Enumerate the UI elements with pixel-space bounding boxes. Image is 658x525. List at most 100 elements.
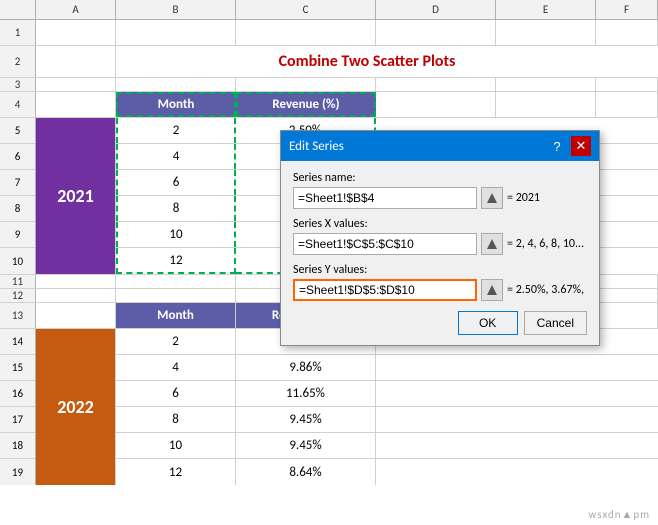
dialog-titlebar-buttons: ? ✕ xyxy=(547,136,591,156)
cell-4b xyxy=(36,92,116,117)
series-x-result: = 2, 4, 6, 8, 10... xyxy=(507,237,587,251)
revenue-2022-4[interactable]: 9.45% xyxy=(236,433,376,458)
cell-3f xyxy=(496,78,596,91)
series-name-row: = 2021 xyxy=(293,187,587,209)
month-2021-0[interactable]: 2 xyxy=(116,118,236,143)
data-row-2022-3: 8 9.45% xyxy=(116,407,658,433)
row-nums-2022: 14 15 16 17 18 19 xyxy=(0,329,36,485)
row-num-15: 15 xyxy=(0,355,35,381)
cell-3b xyxy=(36,78,116,91)
revenue-2022-1[interactable]: 9.86% xyxy=(236,355,376,380)
month-2021-2[interactable]: 6 xyxy=(116,170,236,195)
row-num-14: 14 xyxy=(0,329,35,355)
cell-3e xyxy=(376,78,496,91)
row-num-3: 3 xyxy=(0,78,36,91)
cell-13g xyxy=(596,303,658,328)
series-name-result: = 2021 xyxy=(507,191,587,205)
col-header-g: F xyxy=(596,0,658,19)
header-revenue-2021: Revenue (%) xyxy=(236,92,376,117)
series-name-input[interactable] xyxy=(293,187,477,209)
cell-2b xyxy=(36,46,116,77)
row-num-10: 10 xyxy=(0,248,35,274)
row-num-18: 18 xyxy=(0,433,35,459)
header-month-2021: Month xyxy=(116,92,236,117)
month-2021-4[interactable]: 10 xyxy=(116,222,236,247)
series-y-result: = 2.50%, 3.67%, xyxy=(507,283,587,297)
month-2022-2[interactable]: 6 xyxy=(116,381,236,406)
cell-13b xyxy=(36,303,116,328)
cell-12g xyxy=(596,289,658,302)
row-num-2: 2 xyxy=(0,46,36,77)
month-2022-3[interactable]: 8 xyxy=(116,407,236,432)
series-y-input[interactable] xyxy=(293,279,477,301)
series-y-label: Series Y values: xyxy=(293,263,587,277)
cell-1d xyxy=(236,20,376,45)
cell-11b xyxy=(36,275,116,288)
month-2021-1[interactable]: 4 xyxy=(116,144,236,169)
cell-3d xyxy=(236,78,376,91)
watermark: wsxdn▲pm xyxy=(589,508,651,521)
col-header-b: A xyxy=(36,0,116,19)
cell-12b xyxy=(36,289,116,302)
row-num-8: 8 xyxy=(0,196,35,222)
row-4: 4 Month Revenue (%) xyxy=(0,92,658,118)
row-2: 2 Combine Two Scatter Plots xyxy=(0,46,658,78)
edit-series-dialog: Edit Series ? ✕ Series name: = 2021 xyxy=(280,130,600,346)
series-x-icon[interactable] xyxy=(481,233,503,255)
cell-4e xyxy=(376,92,496,117)
cell-11g xyxy=(596,275,658,288)
col-header-f: E xyxy=(496,0,596,19)
series-x-label: Series X values: xyxy=(293,217,587,231)
spreadsheet: A B C D E F 1 2 Combine Two Scatter Plot… xyxy=(0,0,658,525)
series-x-row: = 2, 4, 6, 8, 10... xyxy=(293,233,587,255)
month-2022-1[interactable]: 4 xyxy=(116,355,236,380)
month-2022-4[interactable]: 10 xyxy=(116,433,236,458)
cell-11c xyxy=(116,275,236,288)
cell-1f xyxy=(496,20,596,45)
month-2021-3[interactable]: 8 xyxy=(116,196,236,221)
column-headers: A B C D E F xyxy=(0,0,658,20)
col-header-e: D xyxy=(376,0,496,19)
cell-12c xyxy=(116,289,236,302)
dialog-field-series-name: Series name: = 2021 xyxy=(293,171,587,209)
dialog-titlebar: Edit Series ? ✕ xyxy=(281,131,599,161)
row-1: 1 xyxy=(0,20,658,46)
dialog-cancel-button[interactable]: Cancel xyxy=(524,311,587,335)
row-num-16: 16 xyxy=(0,381,35,407)
row-num-9: 9 xyxy=(0,222,35,248)
revenue-2022-2[interactable]: 11.65% xyxy=(236,381,376,406)
month-2022-5[interactable]: 12 xyxy=(116,459,236,485)
data-row-2022-5: 12 8.64% xyxy=(116,459,658,485)
row-nums-2021: 5 6 7 8 9 10 xyxy=(0,118,36,274)
row-3: 3 xyxy=(0,78,658,92)
data-row-2022-2: 6 11.65% xyxy=(116,381,658,407)
row-num-19: 19 xyxy=(0,459,35,485)
month-2022-0[interactable]: 2 xyxy=(116,329,236,354)
series-x-input[interactable] xyxy=(293,233,477,255)
cell-4f xyxy=(496,92,596,117)
dialog-buttons: OK Cancel xyxy=(293,311,587,335)
header-month-2022: Month xyxy=(116,303,236,328)
data-rows-2022: 2 8.47% 4 9.86% 6 11.65% 8 9.45% 10 xyxy=(116,329,658,485)
col-header-c: B xyxy=(116,0,236,19)
dialog-field-series-y: Series Y values: = 2.50%, 3.67%, xyxy=(293,263,587,301)
row-num-1: 1 xyxy=(0,20,36,45)
row-num-11: 11 xyxy=(0,275,36,288)
dialog-ok-button[interactable]: OK xyxy=(458,311,518,335)
row-num-5: 5 xyxy=(0,118,35,144)
month-2021-5[interactable]: 12 xyxy=(116,248,236,274)
series-name-label: Series name: xyxy=(293,171,587,185)
dialog-body: Series name: = 2021 Series X values: xyxy=(281,161,599,345)
row-num-6: 6 xyxy=(0,144,35,170)
revenue-2022-3[interactable]: 9.45% xyxy=(236,407,376,432)
cell-3c xyxy=(116,78,236,91)
series-y-icon[interactable] xyxy=(481,279,503,301)
dialog-close-button[interactable]: ✕ xyxy=(571,136,591,156)
dialog-help-button[interactable]: ? xyxy=(547,136,567,156)
spreadsheet-title: Combine Two Scatter Plots xyxy=(116,46,618,77)
row-num-7: 7 xyxy=(0,170,35,196)
revenue-2022-5[interactable]: 8.64% xyxy=(236,459,376,485)
data-row-2022-1: 4 9.86% xyxy=(116,355,658,381)
cell-1b xyxy=(36,20,116,45)
series-name-icon[interactable] xyxy=(481,187,503,209)
